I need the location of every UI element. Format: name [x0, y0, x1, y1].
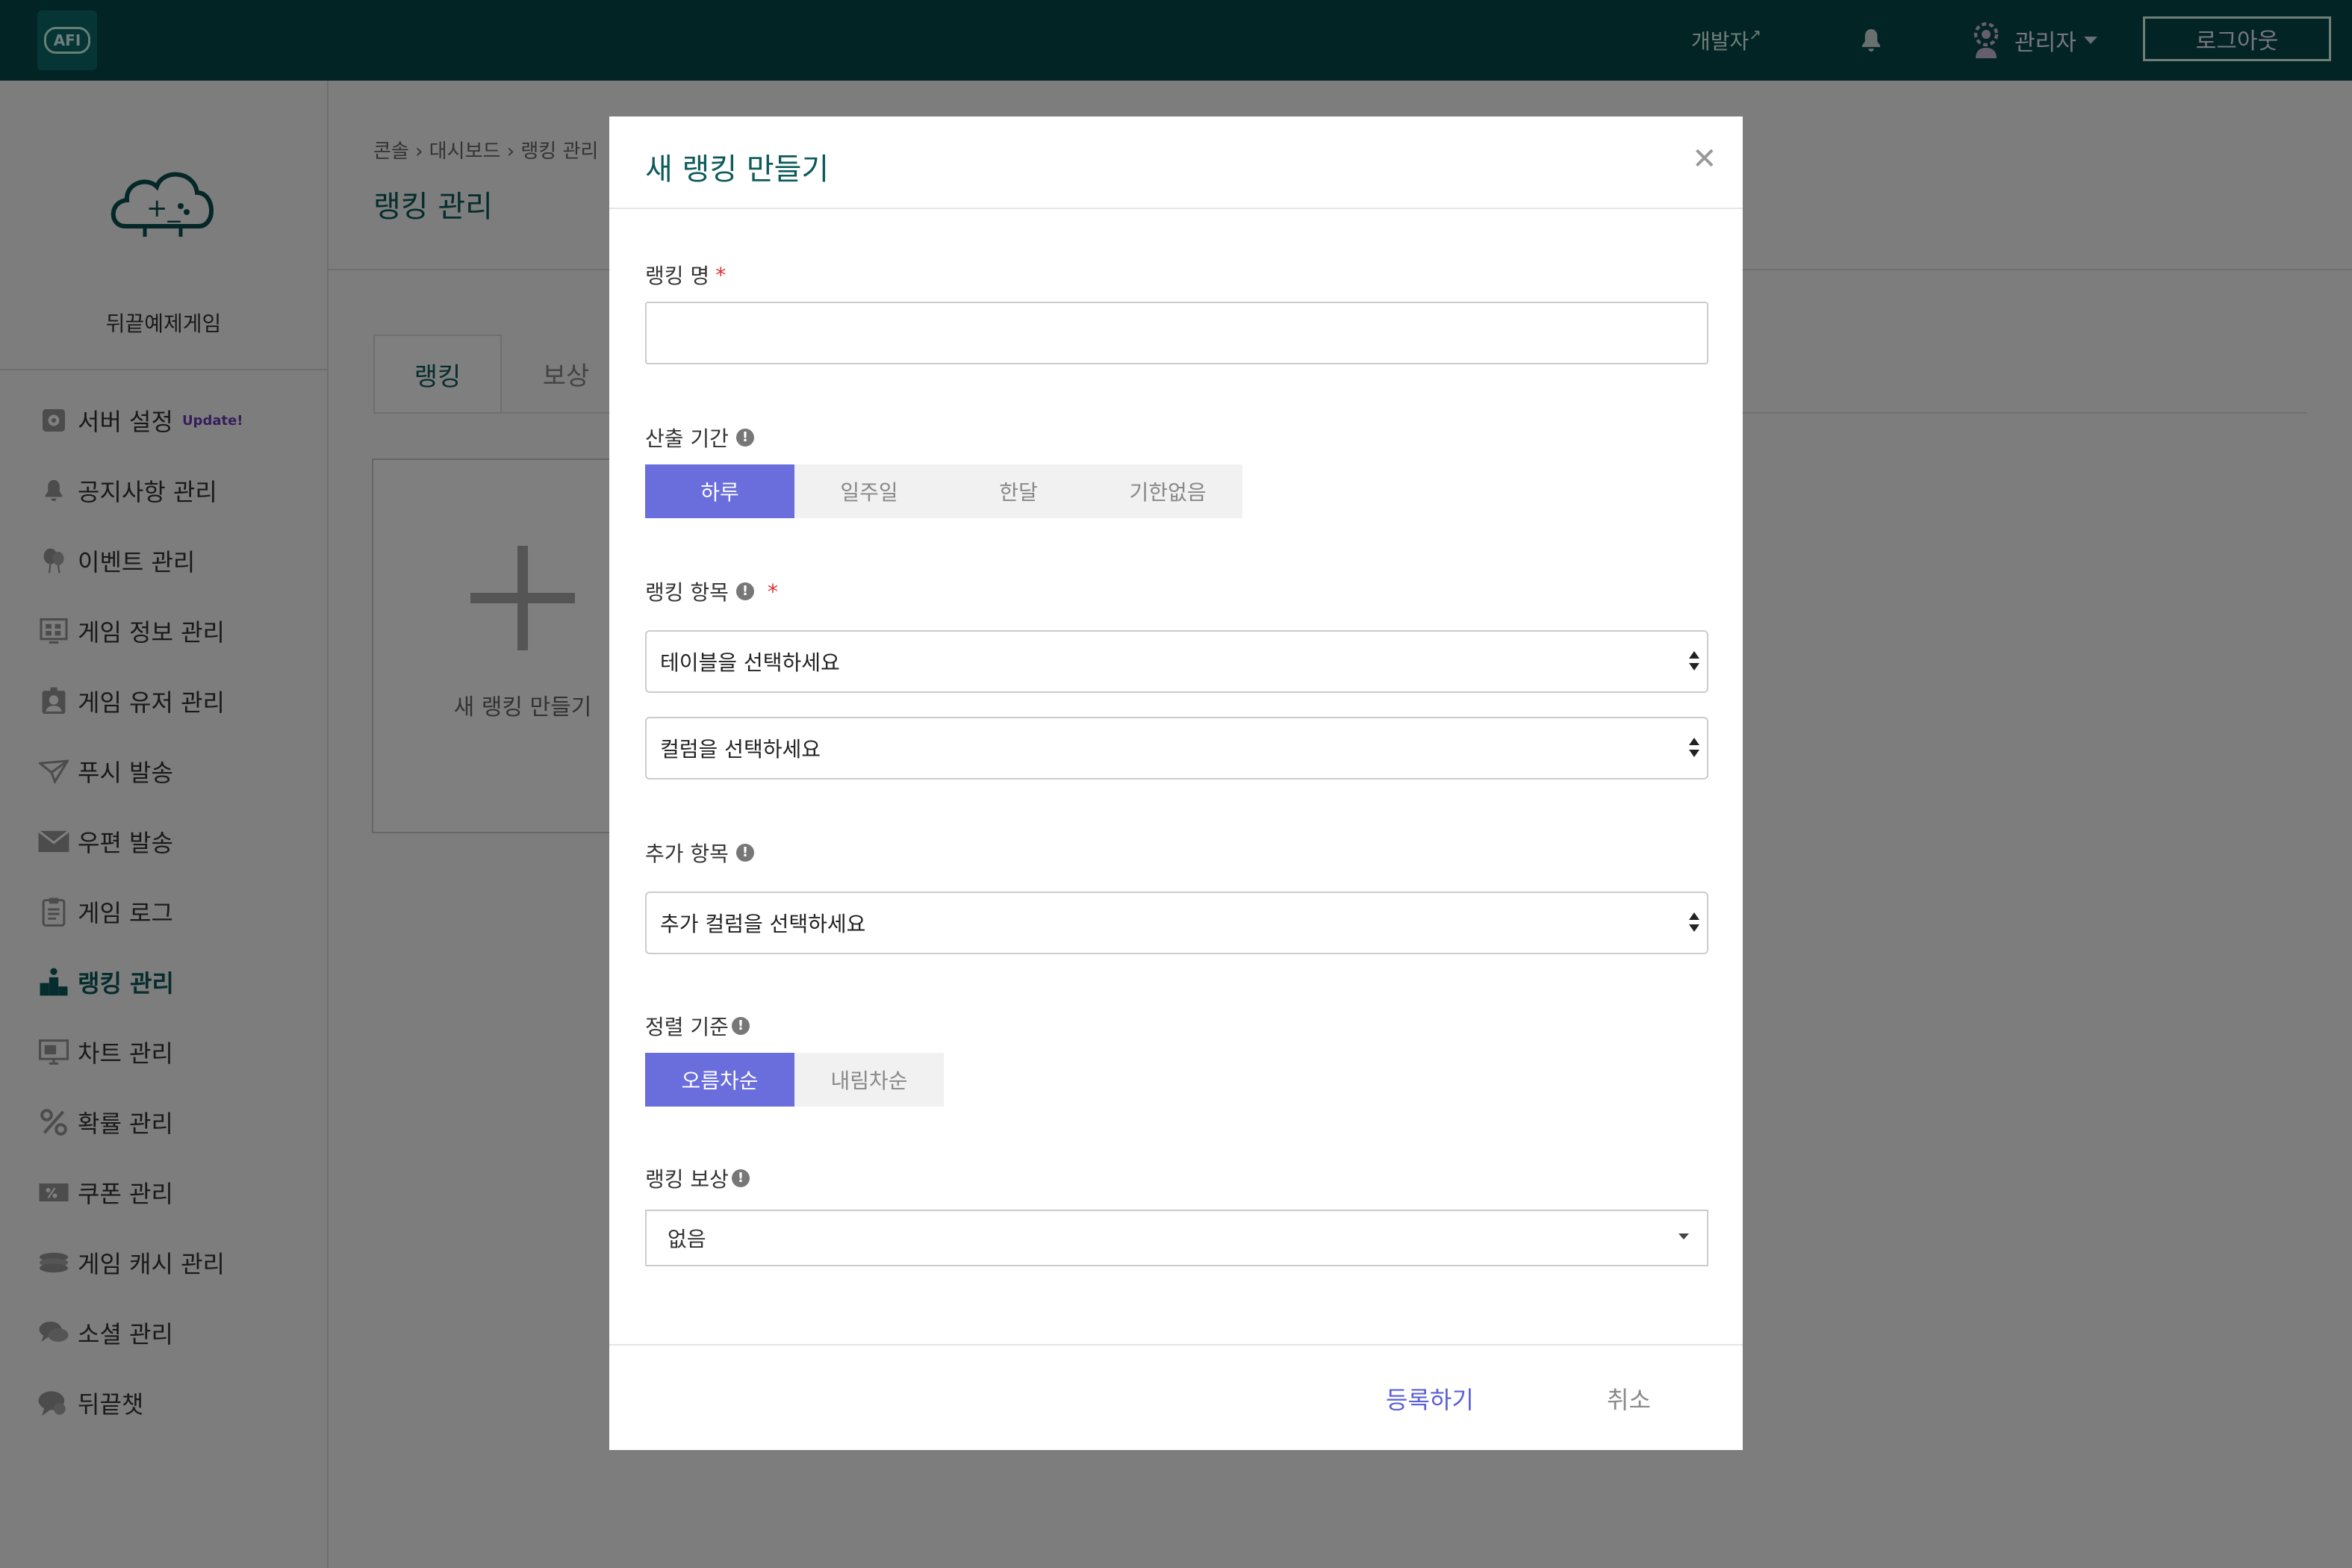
sort-option-ascending[interactable]: 오름차순 — [645, 1053, 794, 1107]
sort-label: 정렬 기준! — [645, 1011, 750, 1041]
required-mark: * — [767, 579, 778, 604]
period-option-unlimited[interactable]: 기한없음 — [1093, 464, 1242, 518]
modal-header: 새 랭킹 만들기 ✕ — [609, 116, 1743, 209]
table-select-value: 테이블을 선택하세요 — [660, 650, 840, 675]
column-select-value: 컬럼을 선택하세요 — [660, 737, 821, 762]
extra-item-label: 추가 항목! — [645, 838, 754, 868]
reward-label: 랭킹 보상! — [645, 1163, 750, 1193]
period-segmented-control: 하루 일주일 한달 기한없음 — [645, 464, 1242, 518]
extra-column-select[interactable]: 추가 컬럼을 선택하세요 — [645, 892, 1708, 954]
submit-button[interactable]: 등록하기 — [1386, 1381, 1474, 1416]
ranking-item-label-text: 랭킹 항목 — [645, 580, 729, 605]
reward-label-text: 랭킹 보상 — [645, 1167, 729, 1192]
reward-dropdown-value: 없음 — [668, 1227, 706, 1251]
period-label-text: 산출 기간 — [645, 426, 729, 451]
select-arrows-icon — [1689, 738, 1699, 760]
sort-option-descending[interactable]: 내림차순 — [794, 1053, 944, 1107]
period-option-month[interactable]: 한달 — [944, 464, 1093, 518]
chevron-down-icon — [1679, 1233, 1689, 1239]
info-icon[interactable]: ! — [735, 429, 754, 447]
close-icon[interactable]: ✕ — [1692, 142, 1717, 176]
select-arrows-icon — [1689, 912, 1699, 935]
extra-item-label-text: 추가 항목 — [645, 841, 729, 866]
sort-label-text: 정렬 기준 — [645, 1015, 729, 1039]
info-icon[interactable]: ! — [735, 582, 754, 600]
period-label: 산출 기간! — [645, 423, 754, 452]
reward-dropdown[interactable]: 없음 — [645, 1210, 1708, 1266]
ranking-name-label-text: 랭킹 명 — [645, 264, 710, 288]
info-icon[interactable]: ! — [731, 1169, 750, 1187]
modal-footer-divider — [609, 1344, 1743, 1345]
column-select[interactable]: 컬럼을 선택하세요 — [645, 717, 1708, 780]
info-icon[interactable]: ! — [731, 1017, 750, 1035]
ranking-name-label: 랭킹 명 * — [645, 260, 726, 290]
cancel-button[interactable]: 취소 — [1607, 1381, 1651, 1416]
new-ranking-modal: 새 랭킹 만들기 ✕ 랭킹 명 * 산출 기간! 하루 일주일 한달 기한없음 랭… — [609, 116, 1743, 1450]
period-option-week[interactable]: 일주일 — [794, 464, 944, 518]
table-select[interactable]: 테이블을 선택하세요 — [645, 630, 1708, 693]
ranking-name-input[interactable] — [645, 302, 1708, 364]
info-icon[interactable]: ! — [735, 844, 754, 862]
ranking-item-label: 랭킹 항목! * — [645, 576, 778, 606]
period-option-day[interactable]: 하루 — [645, 464, 794, 518]
sort-segmented-control: 오름차순 내림차순 — [645, 1053, 944, 1107]
required-mark: * — [715, 262, 727, 287]
modal-title: 새 랭킹 만들기 — [645, 152, 830, 187]
extra-column-select-value: 추가 컬럼을 선택하세요 — [660, 912, 866, 936]
select-arrows-icon — [1689, 651, 1699, 673]
